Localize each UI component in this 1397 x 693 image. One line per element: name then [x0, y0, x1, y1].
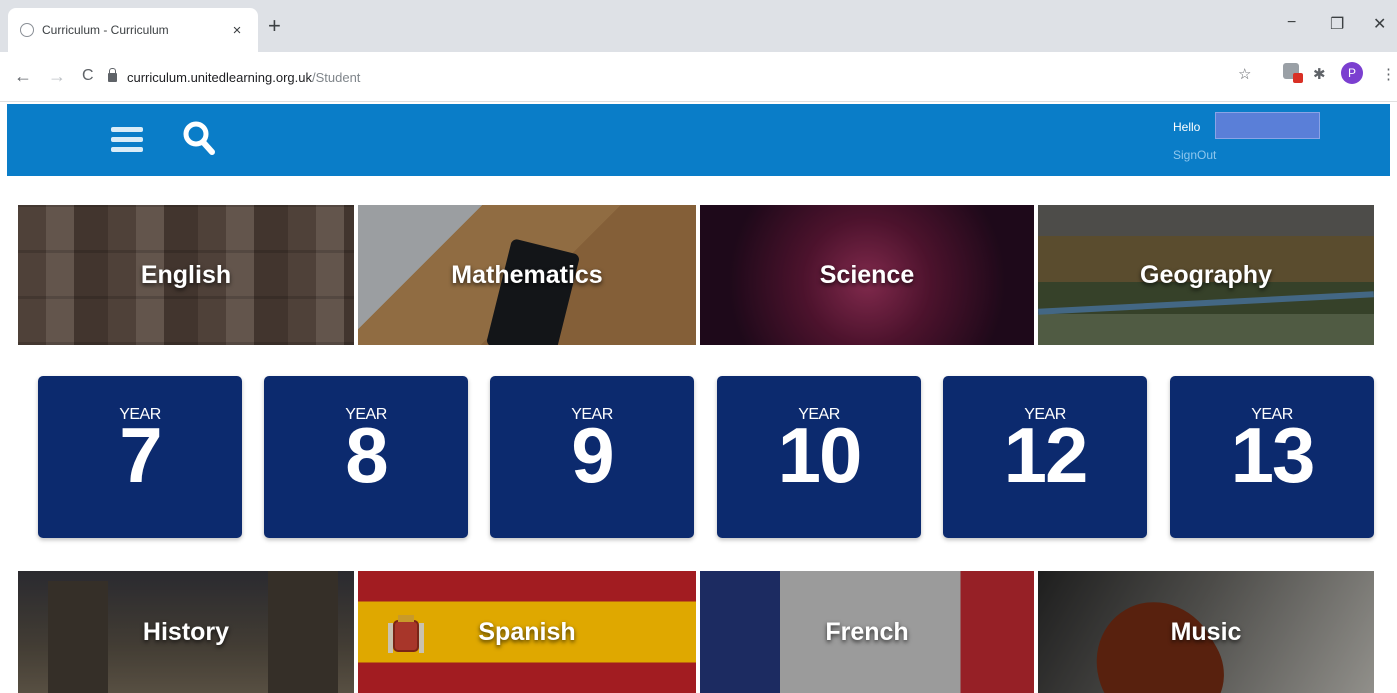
bookmark-star-icon[interactable]: ☆ — [1238, 65, 1251, 83]
address-bar[interactable]: curriculum.unitedlearning.org.uk/Student — [108, 61, 1218, 93]
browser-tab[interactable]: Curriculum - Curriculum × — [8, 8, 258, 52]
year-tile-12[interactable]: YEAR 12 — [943, 376, 1147, 538]
subject-label: Spanish — [478, 617, 576, 646]
subject-tile-french[interactable]: French — [700, 571, 1034, 693]
reload-button[interactable]: C — [82, 65, 94, 87]
subject-label: Science — [819, 260, 915, 289]
year-number: 13 — [1230, 411, 1316, 499]
year-number: 8 — [345, 411, 388, 499]
subject-label: English — [140, 260, 232, 289]
year-number: 9 — [571, 411, 614, 499]
url-host: curriculum.unitedlearning.org.uk — [127, 69, 312, 85]
year-tile-13[interactable]: YEAR 13 — [1170, 376, 1374, 538]
coat-of-arms-icon — [388, 615, 424, 653]
subject-label: Music — [1170, 617, 1242, 646]
menu-bar — [111, 127, 143, 132]
extension-icon[interactable] — [1283, 63, 1303, 83]
subject-label: History — [142, 617, 230, 646]
subject-label: Geography — [1140, 260, 1272, 289]
subject-tile-english[interactable]: English — [18, 205, 354, 345]
year-number: 10 — [777, 411, 863, 499]
profile-avatar[interactable]: P — [1341, 62, 1363, 84]
subject-label: Mathematics — [451, 260, 603, 289]
subject-tile-geography[interactable]: Geography — [1038, 205, 1374, 345]
url-text: curriculum.unitedlearning.org.uk/Student — [127, 70, 360, 85]
signout-link[interactable]: SignOut — [1173, 148, 1216, 162]
year-tile-8[interactable]: YEAR 8 — [264, 376, 468, 538]
menu-bar — [111, 147, 143, 152]
tab-title: Curriculum - Curriculum — [42, 23, 169, 37]
year-tile-7[interactable]: YEAR 7 — [38, 376, 242, 538]
username-redacted — [1215, 112, 1320, 139]
menu-icon[interactable] — [111, 127, 143, 153]
minimize-button[interactable]: − — [1287, 14, 1296, 32]
year-number: 7 — [119, 411, 162, 499]
tab-close-button[interactable]: × — [228, 22, 246, 39]
greeting-label: Hello — [1173, 120, 1201, 134]
new-tab-button[interactable]: + — [268, 14, 281, 38]
close-window-button[interactable]: ✕ — [1373, 14, 1386, 34]
search-icon[interactable] — [182, 120, 216, 156]
year-tile-9[interactable]: YEAR 9 — [490, 376, 694, 538]
browser-menu-icon[interactable]: ⋮ — [1381, 65, 1396, 83]
subject-tile-mathematics[interactable]: Mathematics — [358, 205, 696, 345]
forward-button[interactable]: → — [48, 65, 66, 87]
url-path: /Student — [311, 69, 361, 85]
menu-bar — [111, 137, 143, 142]
browser-tab-strip: Curriculum - Curriculum × + − ❐ ✕ — [0, 0, 1397, 52]
subject-tile-history[interactable]: History — [18, 571, 354, 693]
subject-tile-music[interactable]: Music — [1038, 571, 1374, 693]
back-button[interactable]: ← — [14, 65, 32, 87]
globe-icon — [20, 23, 34, 37]
browser-toolbar: ← → C curriculum.unitedlearning.org.uk/S… — [0, 52, 1397, 102]
extensions-puzzle-icon[interactable]: ✱ — [1313, 65, 1326, 83]
year-tile-10[interactable]: YEAR 10 — [717, 376, 921, 538]
restore-button[interactable]: ❐ — [1330, 14, 1344, 34]
subject-tile-science[interactable]: Science — [700, 205, 1034, 345]
lock-icon — [108, 67, 117, 82]
subject-label: French — [825, 617, 909, 646]
site-header: Hello SignOut — [7, 104, 1390, 176]
subject-tile-spanish[interactable]: Spanish — [358, 571, 696, 693]
year-number: 12 — [1003, 411, 1089, 499]
